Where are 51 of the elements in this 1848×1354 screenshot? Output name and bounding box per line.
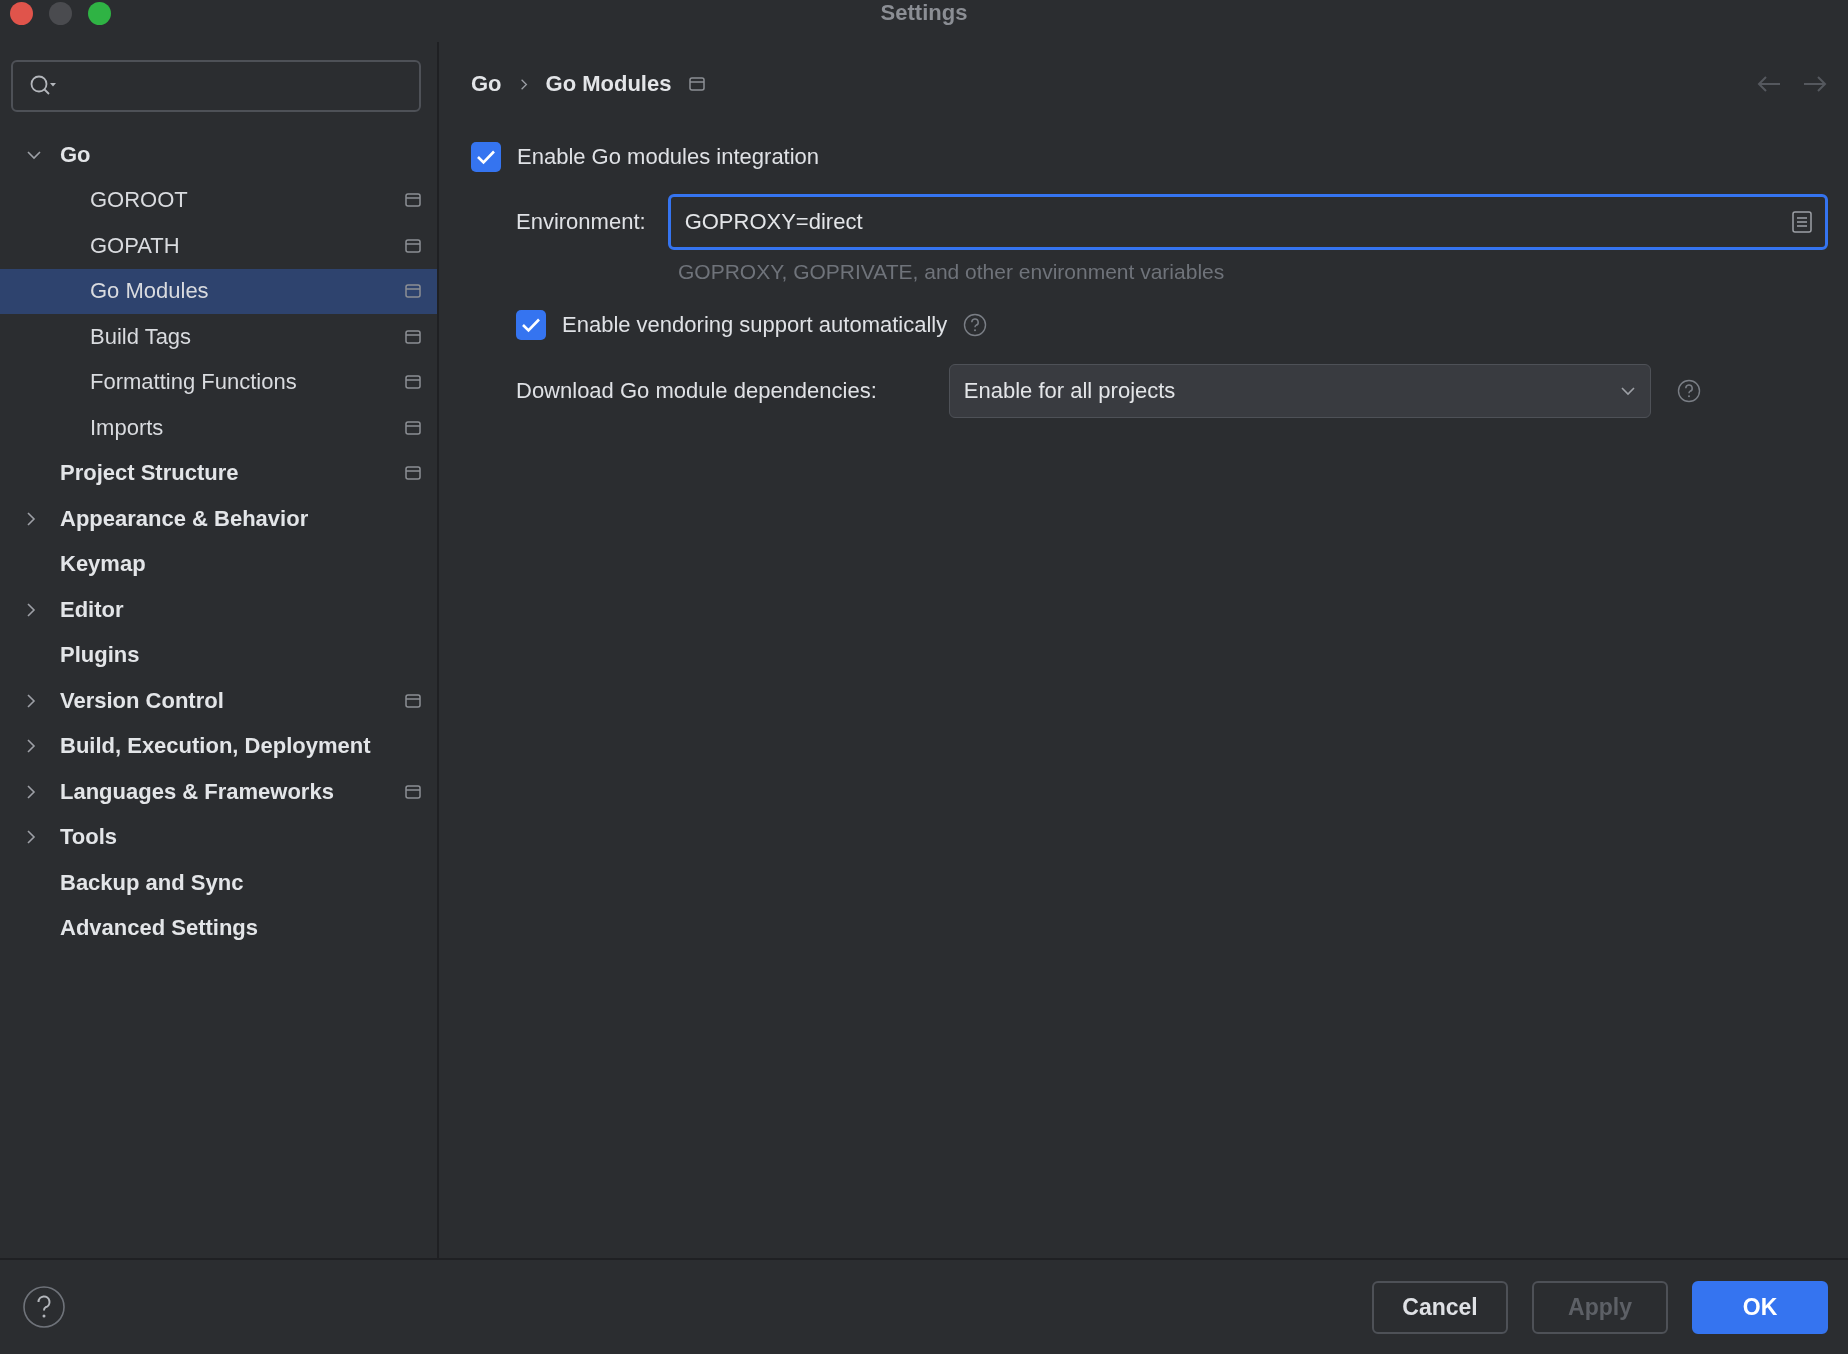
chevron-right-icon[interactable] — [26, 783, 36, 800]
tree-item[interactable]: Keymap — [0, 541, 437, 587]
chevron-right-icon[interactable] — [26, 829, 36, 846]
field-label: Download Go module dependencies: — [516, 378, 877, 404]
tree-item[interactable]: Build, Execution, Deployment — [0, 723, 437, 769]
checkbox[interactable] — [471, 142, 501, 172]
tree-item[interactable]: Advanced Settings — [0, 905, 437, 951]
tree-item[interactable]: Tools — [0, 814, 437, 860]
tree-item[interactable]: GOROOT — [0, 177, 437, 223]
search-field[interactable] — [11, 60, 421, 112]
tree-item[interactable]: Project Structure — [0, 450, 437, 496]
dropdown[interactable]: Enable for all projects — [948, 364, 1651, 418]
tree-item[interactable]: Version Control — [0, 678, 437, 724]
breadcrumb-item[interactable]: Go Modules — [545, 71, 672, 97]
tree-item[interactable]: Plugins — [0, 632, 437, 678]
tree-item[interactable]: Go — [0, 132, 437, 178]
environment-field[interactable]: GOPROXY=direct — [667, 194, 1828, 250]
tree-item[interactable]: Imports — [0, 405, 437, 451]
tree-item[interactable]: GOPATH — [0, 223, 437, 269]
tree-item[interactable]: Backup and Sync — [0, 860, 437, 906]
chevron-right-icon[interactable] — [26, 601, 36, 618]
checkbox-label: Enable Go modules integration — [517, 144, 820, 170]
checkbox-label: Enable vendoring support automatically — [562, 312, 948, 338]
expand-icon[interactable] — [1791, 210, 1813, 234]
tree-item[interactable]: Go Modules — [0, 268, 437, 314]
tree-item[interactable]: Build Tags — [0, 314, 437, 360]
tree-item[interactable]: Appearance & Behavior — [0, 496, 437, 542]
checkbox[interactable] — [516, 310, 546, 340]
hint-text: GOPROXY, GOPRIVATE, and other environment variables — [678, 260, 1226, 284]
help-icon[interactable] — [22, 1285, 66, 1329]
window-title: Settings — [880, 0, 968, 26]
chevron-down-icon[interactable] — [26, 149, 42, 160]
chevron-right-icon[interactable] — [26, 738, 36, 755]
check-icon — [476, 149, 496, 165]
window-icon — [689, 77, 706, 91]
chevron-right-icon[interactable] — [26, 692, 36, 709]
breadcrumb-separator-icon — [519, 77, 528, 91]
tree-item[interactable]: Editor — [0, 587, 437, 633]
zoom-button[interactable] — [88, 2, 111, 25]
ok-button[interactable]: OK — [1692, 1280, 1828, 1334]
check-icon — [521, 317, 541, 333]
tree-item[interactable]: Formatting Functions — [0, 359, 437, 405]
close-button[interactable] — [10, 2, 33, 25]
cancel-button[interactable]: Cancel — [1372, 1280, 1508, 1334]
breadcrumb-item[interactable]: Go — [471, 71, 502, 97]
field-label: Environment: — [516, 209, 646, 235]
chevron-right-icon[interactable] — [26, 510, 36, 527]
help-icon[interactable] — [1676, 379, 1701, 403]
chevron-down-icon[interactable] — [1619, 386, 1636, 396]
help-icon[interactable] — [963, 313, 988, 337]
tree-item[interactable]: Languages & Frameworks — [0, 769, 437, 815]
